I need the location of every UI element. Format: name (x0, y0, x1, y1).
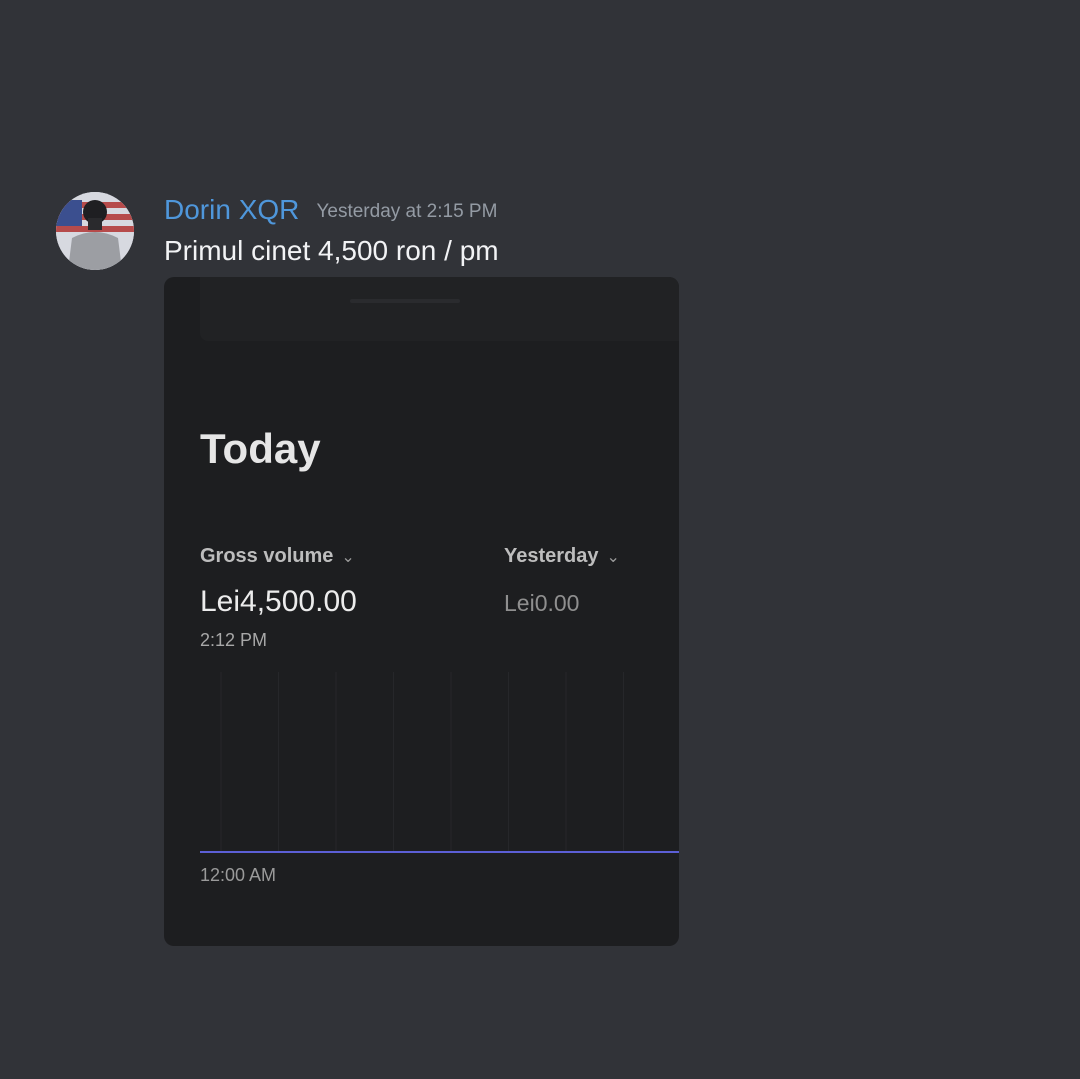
volume-chart (200, 672, 679, 853)
message-header: Dorin XQR Yesterday at 2:15 PM (164, 192, 497, 228)
dashboard-title: Today (200, 425, 321, 472)
chevron-down-icon: ⌄ (606, 549, 620, 566)
avatar[interactable] (56, 192, 134, 270)
username[interactable]: Dorin XQR (164, 194, 299, 225)
avatar-image (56, 192, 134, 270)
current-time: 2:12 PM (200, 630, 268, 650)
blurred-header (200, 277, 679, 341)
yesterday-value: Lei0.00 (504, 590, 580, 616)
gross-volume-label: Gross volume (200, 545, 334, 567)
message-text: Primul cinet 4,500 ron / pm (164, 235, 499, 266)
yesterday-label: Yesterday (504, 545, 599, 567)
yesterday-dropdown: Yesterday ⌄ (504, 545, 620, 568)
gross-volume-dropdown: Gross volume ⌄ (200, 545, 355, 568)
message-timestamp: Yesterday at 2:15 PM (316, 201, 498, 222)
chevron-down-icon: ⌄ (341, 549, 355, 566)
image-attachment[interactable]: Today Gross volume ⌄ Yesterday ⌄ Lei4,500.… (164, 277, 679, 946)
blurred-text (350, 299, 460, 303)
gross-volume-value: Lei4,500.00 (200, 585, 357, 618)
x-axis-tick-label: 12:00 AM (200, 865, 277, 885)
